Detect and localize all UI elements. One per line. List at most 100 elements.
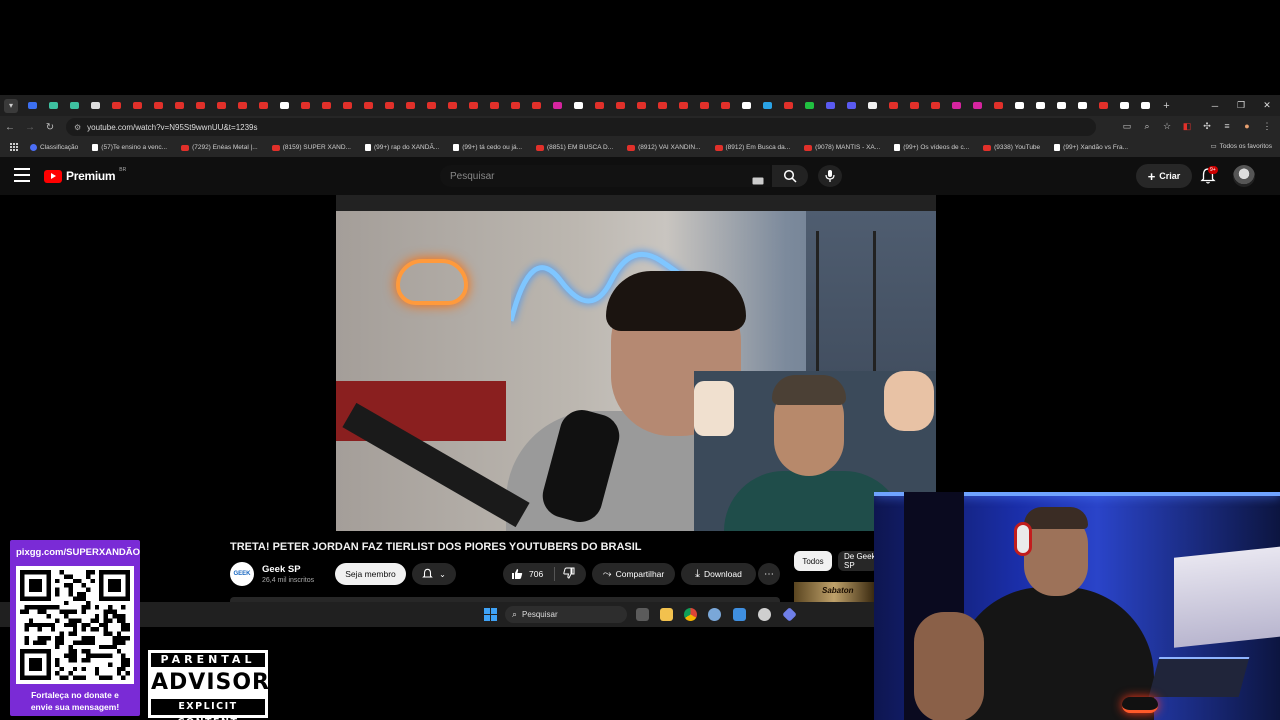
browser-tab[interactable] — [22, 95, 43, 116]
bookmark-item[interactable]: (9078) MANTIS - XA... — [804, 144, 880, 151]
bookmark-item[interactable]: (9338) YouTube — [983, 144, 1040, 151]
extension-red-icon[interactable]: ◧ — [1180, 119, 1194, 133]
browser-tab[interactable] — [379, 95, 400, 116]
browser-tab[interactable] — [778, 95, 799, 116]
bookmark-item[interactable]: (99+) rap do XANDÃ... — [364, 144, 439, 151]
forward-button[interactable]: → — [20, 117, 40, 137]
subscribed-bell-button[interactable]: ⌄ — [412, 563, 456, 585]
browser-tab[interactable] — [127, 95, 148, 116]
browser-tab[interactable] — [442, 95, 463, 116]
channel-name[interactable]: Geek SP — [262, 564, 301, 575]
apps-grid-icon[interactable] — [10, 143, 19, 152]
extensions-icon[interactable]: ✣ — [1200, 119, 1214, 133]
browser-tab[interactable] — [211, 95, 232, 116]
browser-tab[interactable] — [64, 95, 85, 116]
diamond-app-icon[interactable] — [782, 607, 797, 622]
bookmark-star-icon[interactable]: ☆ — [1160, 119, 1174, 133]
browser-tab[interactable] — [925, 95, 946, 116]
create-button[interactable]: + Criar — [1136, 164, 1192, 188]
record-app-icon[interactable] — [758, 608, 771, 621]
browser-tab[interactable] — [85, 95, 106, 116]
taskbar-search-input[interactable]: ⌕ Pesquisar — [505, 606, 627, 623]
all-bookmarks-button[interactable]: ▭ Todos os favoritos — [1210, 142, 1272, 151]
chip-all[interactable]: Todos — [794, 551, 832, 571]
browser-tab[interactable] — [400, 95, 421, 116]
browser-tab[interactable] — [316, 95, 337, 116]
browser-tab[interactable] — [484, 95, 505, 116]
chrome-icon[interactable] — [684, 608, 697, 621]
channel-avatar[interactable]: GEEK — [230, 562, 254, 586]
account-avatar[interactable] — [1233, 165, 1255, 187]
browser-tab[interactable] — [841, 95, 862, 116]
browser-tab[interactable] — [295, 95, 316, 116]
browser-tab[interactable] — [1114, 95, 1135, 116]
join-member-button[interactable]: Seja membro — [335, 563, 406, 585]
bookmark-item[interactable]: (8912) VAI XANDIN... — [627, 144, 701, 151]
browser-tab[interactable] — [43, 95, 64, 116]
voice-search-button[interactable] — [818, 165, 842, 187]
minimize-button[interactable]: ─ — [1202, 95, 1228, 116]
browser-tab[interactable] — [1030, 95, 1051, 116]
bookmark-item[interactable]: (99+) Os vídeos de c... — [894, 144, 969, 151]
browser-tab[interactable] — [1135, 95, 1156, 116]
browser-tab[interactable] — [421, 95, 442, 116]
browser-tab[interactable] — [169, 95, 190, 116]
browser-tab[interactable] — [757, 95, 778, 116]
photo-app-icon[interactable] — [733, 608, 746, 621]
browser-tab[interactable] — [526, 95, 547, 116]
profile-avatar-icon[interactable]: ● — [1240, 119, 1254, 133]
youtube-premium-logo[interactable]: Premium BR — [44, 167, 126, 183]
windows-start-icon[interactable] — [484, 608, 497, 621]
bookmark-item[interactable]: (99+) tá cedo ou já... — [453, 144, 522, 151]
new-tab-button[interactable]: + — [1156, 95, 1177, 116]
search-input[interactable]: Pesquisar — [440, 165, 770, 187]
related-video-thumbnail[interactable]: Sabaton — [794, 582, 874, 602]
browser-tab[interactable] — [715, 95, 736, 116]
bookmark-item[interactable]: (8912) Em Busca da... — [714, 144, 790, 151]
chip-from-channel[interactable]: De Geek SP — [838, 551, 878, 571]
maximize-button[interactable]: ❐ — [1228, 95, 1254, 116]
search-button[interactable] — [772, 165, 808, 187]
video-frame[interactable] — [336, 211, 936, 531]
like-button[interactable]: 706 — [503, 567, 555, 581]
browser-tab[interactable] — [820, 95, 841, 116]
more-actions-button[interactable]: ⋯ — [758, 563, 780, 585]
browser-tab[interactable] — [883, 95, 904, 116]
task-view-icon[interactable] — [636, 608, 649, 621]
browser-tab[interactable] — [1009, 95, 1030, 116]
browser-tab[interactable] — [505, 95, 526, 116]
browser-tab[interactable] — [967, 95, 988, 116]
browser-tab[interactable] — [463, 95, 484, 116]
reload-button[interactable]: ↻ — [40, 117, 60, 137]
site-info-icon[interactable]: ⚙ — [74, 123, 81, 132]
browser-tab[interactable] — [862, 95, 883, 116]
bookmark-item[interactable]: (57)Te ensino a venc... — [92, 144, 167, 151]
browser-tab[interactable] — [1072, 95, 1093, 116]
browser-tab[interactable] — [337, 95, 358, 116]
bookmark-item[interactable]: (99+) Xandão vs Fra... — [1054, 144, 1128, 151]
browser-tab[interactable] — [148, 95, 169, 116]
browser-tab[interactable] — [694, 95, 715, 116]
keyboard-icon[interactable] — [752, 172, 764, 190]
browser-tab[interactable] — [673, 95, 694, 116]
zoom-icon[interactable]: ⌕ — [1140, 119, 1154, 133]
hamburger-menu-icon[interactable] — [14, 168, 30, 182]
bookmark-item[interactable]: (8851) EM BUSCA D... — [536, 144, 613, 151]
browser-tab[interactable] — [232, 95, 253, 116]
back-button[interactable]: ← — [0, 117, 20, 137]
browser-tab[interactable] — [547, 95, 568, 116]
browser-tab[interactable] — [589, 95, 610, 116]
close-window-button[interactable]: ✕ — [1254, 95, 1280, 116]
chrome-menu-icon[interactable]: ⋮ — [1260, 119, 1274, 133]
download-button[interactable]: ⤓ Download — [681, 563, 756, 585]
bookmark-item[interactable]: (7292) Enéas Metal |... — [181, 144, 258, 151]
browser-tab[interactable] — [631, 95, 652, 116]
browser-tab[interactable] — [274, 95, 295, 116]
browser-tab[interactable] — [652, 95, 673, 116]
browser-tab[interactable] — [736, 95, 757, 116]
browser-tab[interactable] — [358, 95, 379, 116]
tab-search-button[interactable]: ▾ — [4, 98, 18, 113]
browser-tab[interactable] — [988, 95, 1009, 116]
bookmark-item[interactable]: Classificação — [30, 144, 78, 151]
browser-tab[interactable] — [1093, 95, 1114, 116]
